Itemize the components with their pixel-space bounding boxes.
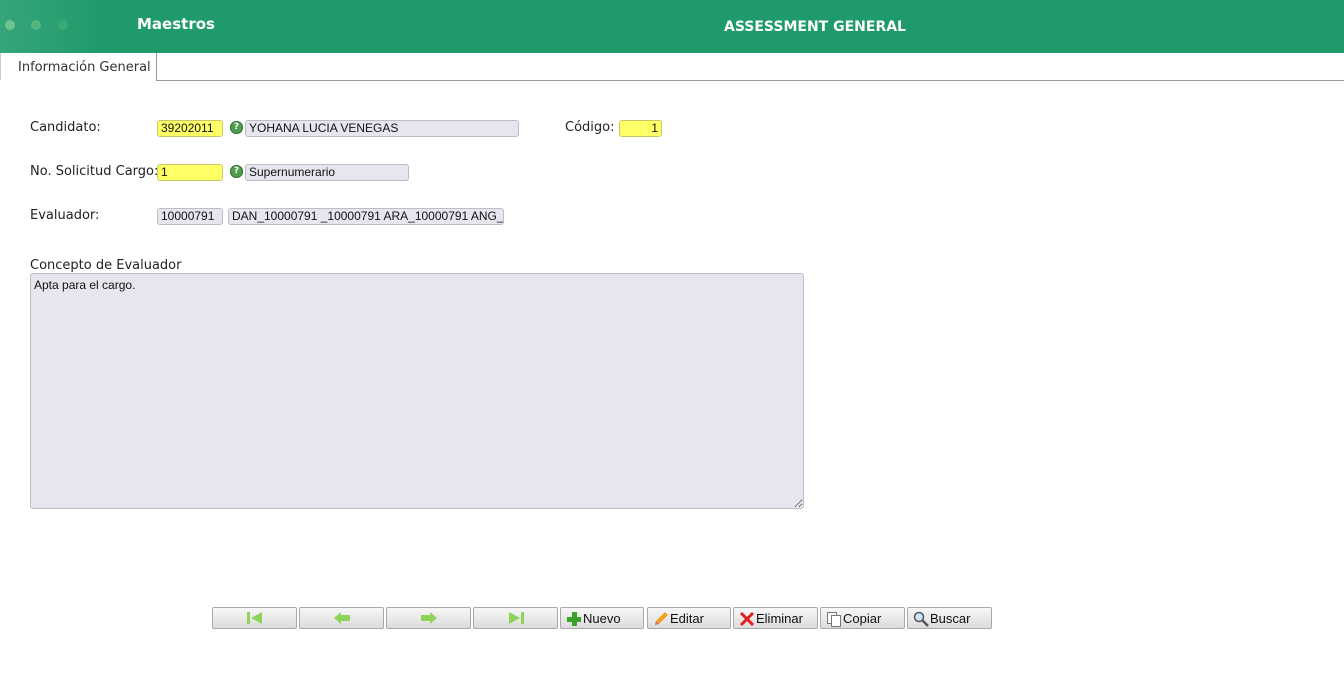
buscar-label: Buscar — [930, 611, 971, 626]
solicitud-name-field: Supernumerario — [245, 164, 409, 181]
next-record-button[interactable] — [386, 607, 471, 629]
window-dot-icon[interactable] — [31, 20, 41, 30]
app-header: Maestros ASSESSMENT GENERAL — [0, 0, 1344, 53]
window-dot-icon[interactable] — [58, 20, 68, 30]
tab-informacion-general[interactable]: Información General — [0, 53, 157, 80]
evaluador-label: Evaluador: — [30, 208, 100, 223]
evaluador-id-field: 10000791 — [157, 208, 223, 225]
last-record-button[interactable] — [473, 607, 558, 629]
nuevo-label: Nuevo — [583, 611, 621, 626]
nuevo-button[interactable]: Nuevo — [560, 607, 644, 629]
plus-icon — [567, 612, 581, 626]
concepto-textarea[interactable]: Apta para el cargo. — [30, 273, 804, 509]
candidato-name-field: YOHANA LUCIA VENEGAS — [245, 120, 519, 137]
help-icon[interactable]: ? — [230, 165, 243, 178]
first-record-icon — [246, 612, 262, 624]
window-controls — [0, 0, 110, 53]
tab-divider — [156, 80, 1344, 81]
tab-label: Información General — [18, 60, 151, 75]
eliminar-label: Eliminar — [756, 611, 803, 626]
next-record-icon — [420, 612, 437, 624]
candidato-id-field[interactable]: 39202011 — [157, 120, 223, 137]
magnifier-icon — [913, 611, 929, 627]
previous-record-icon — [333, 612, 350, 624]
copiar-button[interactable]: Copiar — [820, 607, 905, 629]
last-record-icon — [508, 612, 524, 624]
window-dot-icon[interactable] — [5, 20, 15, 30]
previous-record-button[interactable] — [299, 607, 384, 629]
solicitud-label: No. Solicitud Cargo: — [30, 164, 159, 179]
editar-button[interactable]: Editar — [647, 607, 731, 629]
page-title: ASSESSMENT GENERAL — [724, 19, 906, 35]
solicitud-id-field[interactable]: 1 — [157, 164, 223, 181]
evaluador-name-field: DAN_10000791 _10000791 ARA_10000791 ANG_… — [228, 208, 504, 225]
eliminar-button[interactable]: Eliminar — [733, 607, 818, 629]
candidato-label: Candidato: — [30, 120, 101, 135]
first-record-button[interactable] — [212, 607, 297, 629]
module-title[interactable]: Maestros — [137, 15, 215, 33]
codigo-field[interactable]: 1 — [619, 120, 662, 137]
delete-x-icon — [739, 611, 755, 627]
codigo-label: Código: — [565, 120, 615, 135]
pencil-icon — [655, 612, 668, 625]
editar-label: Editar — [670, 611, 704, 626]
buscar-button[interactable]: Buscar — [907, 607, 992, 629]
copy-icon — [827, 612, 841, 627]
concepto-label: Concepto de Evaluador — [30, 258, 182, 273]
copiar-label: Copiar — [843, 611, 882, 626]
help-icon[interactable]: ? — [230, 121, 243, 134]
